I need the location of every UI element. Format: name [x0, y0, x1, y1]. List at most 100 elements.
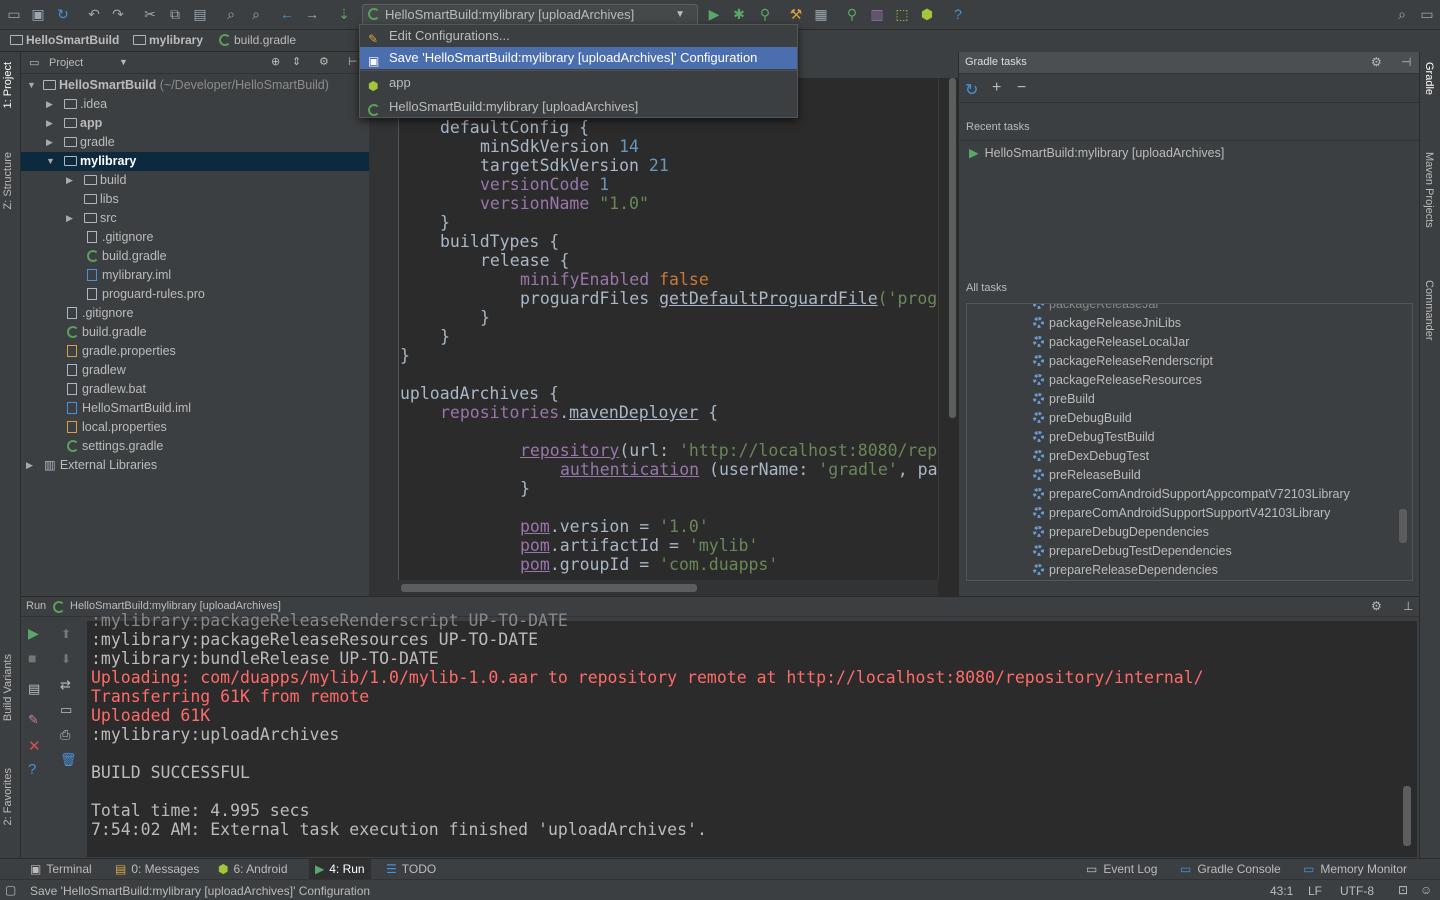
tree-item[interactable]: ▶ .idea — [21, 95, 369, 114]
tree-item[interactable]: HelloSmartBuild.iml — [21, 399, 369, 418]
down-arrow-icon[interactable]: ⬇ — [61, 652, 71, 666]
task-item[interactable]: packageReleaseJar — [1033, 304, 1160, 314]
task-item[interactable]: prepareComAndroidSupportAppcompatV72103L… — [1033, 485, 1350, 504]
copy-icon[interactable]: ⧉ — [167, 6, 183, 22]
tab-event-log[interactable]: ▭ Event Log — [1086, 862, 1157, 876]
chevron-down-icon[interactable]: ▼ — [119, 57, 128, 67]
collapse-all-icon[interactable]: ⇕ — [292, 55, 301, 68]
replace-icon[interactable]: ⌕ — [248, 6, 264, 22]
attach-debugger-icon[interactable]: ⚲ — [757, 6, 773, 22]
clear-all-icon[interactable]: 🗑 — [60, 752, 77, 768]
collapsed-arrow-icon[interactable]: ▶ — [46, 114, 53, 133]
tree-item[interactable]: proguard-rules.pro — [21, 285, 369, 304]
expand-arrow-icon[interactable]: ▼ — [46, 152, 55, 171]
tree-item[interactable]: local.properties — [21, 418, 369, 437]
tab-structure[interactable]: Z: Structure — [2, 152, 14, 209]
caret-position[interactable]: 43:1 — [1270, 884, 1293, 898]
layout-icon[interactable]: ▭ — [1419, 6, 1435, 22]
tab-messages[interactable]: ▤ 0: Messages — [115, 862, 199, 876]
add-icon[interactable]: + — [992, 79, 1001, 97]
redo-icon[interactable]: ↷ — [110, 6, 126, 22]
tree-item[interactable]: settings.gradle — [21, 437, 369, 456]
android-icon[interactable]: ⬢ — [919, 6, 935, 22]
tab-project[interactable]: 1: Project — [2, 62, 14, 108]
task-item[interactable]: prepareDebugDependencies — [1033, 523, 1209, 542]
task-item[interactable]: prepareDebugTestDependencies — [1033, 542, 1232, 561]
hide-icon[interactable]: ⊢ — [348, 55, 358, 68]
tab-commander[interactable]: Commander — [1423, 280, 1435, 341]
undo-icon[interactable]: ↶ — [86, 6, 102, 22]
scrollbar-thumb[interactable] — [1403, 786, 1411, 846]
save-icon[interactable]: ▣ — [30, 6, 46, 22]
popup-item-save-configuration[interactable]: ▣ Save 'HelloSmartBuild:mylibrary [upload… — [360, 47, 797, 69]
task-item[interactable]: preDebugBuild — [1033, 409, 1132, 428]
task-item[interactable]: preReleaseBuild — [1033, 466, 1141, 485]
task-item[interactable]: prepareReleaseDependencies — [1033, 561, 1218, 580]
popup-item-gradle-config[interactable]: HelloSmartBuild:mylibrary [uploadArchive… — [360, 96, 797, 118]
print-icon[interactable]: ⎙ — [60, 727, 70, 743]
android-device-monitor-icon[interactable]: ⚲ — [844, 6, 860, 22]
tree-item[interactable]: ▶ ▥ External Libraries — [21, 456, 369, 475]
settings-gear-icon[interactable]: ⚙ — [1371, 599, 1382, 613]
paste-icon[interactable]: ▤ — [192, 6, 208, 22]
tree-item-root[interactable]: ▼ HelloSmartBuild (~/Developer/HelloSmar… — [21, 76, 369, 95]
help-icon[interactable]: ? — [28, 761, 36, 778]
rerun-icon[interactable]: ▶ — [28, 625, 39, 642]
up-arrow-icon[interactable]: ⬆ — [61, 627, 71, 641]
lock-icon[interactable]: ⊡ — [1398, 883, 1408, 897]
tree-item[interactable]: gradlew — [21, 361, 369, 380]
breadcrumb-item[interactable]: mylibrary — [133, 33, 203, 47]
soft-wrap-icon[interactable]: ⇄ — [60, 677, 71, 693]
scroll-to-end-icon[interactable]: ▭ — [60, 702, 72, 718]
hide-icon[interactable]: ⊥ — [1403, 599, 1413, 613]
debug-icon[interactable]: ✱ — [731, 6, 747, 22]
refresh-icon[interactable]: ↻ — [965, 80, 978, 100]
forward-icon[interactable]: → — [304, 6, 320, 22]
popup-item-edit-configurations[interactable]: ✎ Edit Configurations... — [360, 25, 797, 47]
tab-favorites[interactable]: 2: Favorites — [2, 768, 14, 825]
tree-item[interactable]: build.gradle — [21, 247, 369, 266]
line-separator[interactable]: LF — [1308, 884, 1322, 898]
toggle-tool-windows-icon[interactable]: ▢ — [5, 883, 16, 897]
pin-icon[interactable]: ✎ — [28, 712, 39, 728]
open-folder-icon[interactable]: ▭ — [6, 6, 22, 22]
remove-icon[interactable]: − — [1017, 79, 1026, 97]
sync-icon[interactable]: ↻ — [55, 6, 71, 22]
tree-item[interactable]: ▶ build — [21, 171, 369, 190]
popup-item-app[interactable]: ⬢ app — [360, 72, 797, 94]
task-item[interactable]: preDexDebugTest — [1033, 447, 1149, 466]
run-icon[interactable]: ▶ — [706, 6, 722, 22]
task-item[interactable]: packageReleaseRenderscript — [1033, 352, 1213, 371]
tab-gradle-console[interactable]: ▭ Gradle Console — [1180, 862, 1281, 876]
expand-arrow-icon[interactable]: ▼ — [27, 76, 36, 95]
tab-terminal[interactable]: ▣ Terminal — [30, 862, 92, 876]
make-icon[interactable]: ⇣ — [336, 6, 352, 22]
collapsed-arrow-icon[interactable]: ▶ — [46, 133, 53, 152]
sync-gradle-icon[interactable]: ⬚ — [894, 6, 910, 22]
tab-memory-monitor[interactable]: ▭ Memory Monitor — [1303, 862, 1407, 876]
tree-item[interactable]: ▶ src — [21, 209, 369, 228]
tree-item[interactable]: mylibrary.iml — [21, 266, 369, 285]
back-icon[interactable]: ← — [279, 6, 295, 22]
all-tasks-list[interactable]: packageReleaseJar packageReleaseJniLibs … — [966, 303, 1413, 581]
scrollbar-thumb[interactable] — [401, 584, 697, 592]
code-editor[interactable]: defaultConfig { minSdkVersion 14 targetS… — [369, 78, 958, 596]
tree-item[interactable]: gradlew.bat — [21, 380, 369, 399]
tree-item[interactable]: libs — [21, 190, 369, 209]
scroll-from-source-icon[interactable]: ⊕ — [271, 55, 280, 68]
tree-item-selected[interactable]: ▼ mylibrary — [21, 152, 369, 171]
tab-build-variants[interactable]: Build Variants — [2, 654, 14, 721]
collapsed-arrow-icon[interactable]: ▶ — [66, 171, 73, 190]
settings-gear-icon[interactable]: ⚙ — [319, 55, 329, 68]
search-everywhere-icon[interactable]: ⌕ — [1394, 6, 1410, 22]
vertical-scrollbar[interactable] — [938, 78, 958, 580]
task-item[interactable]: packageReleaseResources — [1033, 371, 1202, 390]
tree-item[interactable]: build.gradle — [21, 323, 369, 342]
task-item[interactable]: packageReleaseLocalJar — [1033, 333, 1189, 352]
task-item[interactable]: prepareComAndroidSupportSupportV42103Lib… — [1033, 504, 1330, 523]
scrollbar-thumb[interactable] — [1399, 509, 1407, 543]
task-item[interactable]: packageReleaseJniLibs — [1033, 314, 1181, 333]
breadcrumb-item[interactable]: HelloSmartBuild — [10, 33, 119, 47]
run-configuration-selector[interactable]: HelloSmartBuild:mylibrary [uploadArchive… — [362, 4, 698, 26]
file-encoding[interactable]: UTF-8 — [1340, 884, 1374, 898]
